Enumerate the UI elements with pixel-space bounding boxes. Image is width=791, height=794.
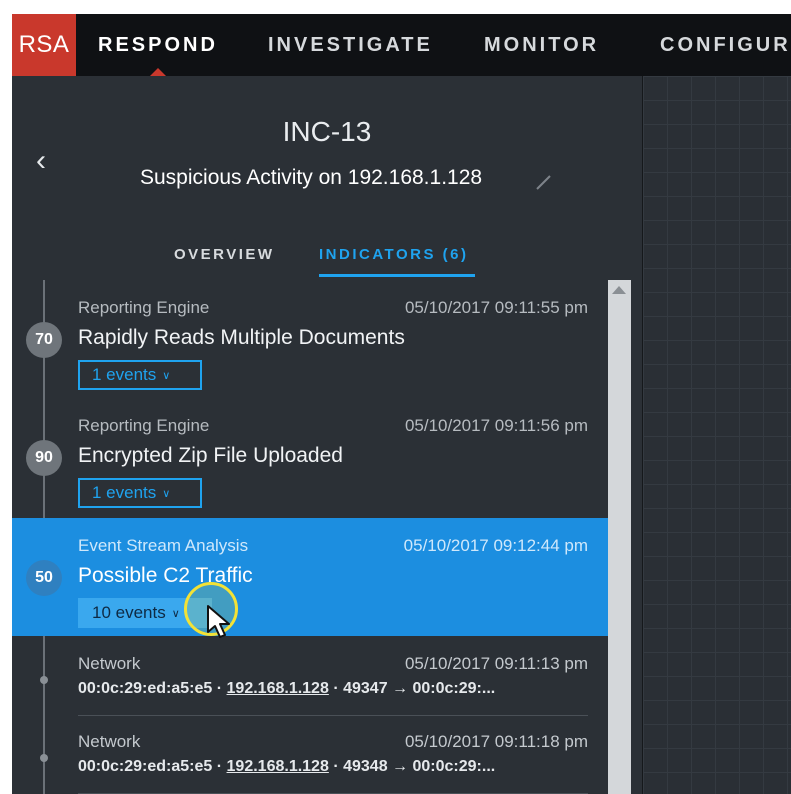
destination: 00:0c:29:... [412,758,496,775]
risk-score-badge: 90 [26,440,62,476]
destination: 00:0c:29:... [412,680,496,697]
source-port: 49347 [343,680,388,697]
scrollbar[interactable] [608,280,631,794]
incident-panel: ‹ INC-13 Suspicious Activity on 192.168.… [12,76,642,794]
arrow-icon: → [392,758,409,775]
tab-indicators[interactable]: INDICATORS (6) [319,246,468,263]
timeline-dot [40,676,48,684]
event-source: Network [78,654,141,673]
scroll-up-arrow-icon[interactable] [612,286,626,294]
event-row[interactable]: Network 05/10/2017 09:11:13 pm 00:0c:29:… [12,638,608,716]
indicator-time: 05/10/2017 09:11:55 pm [404,298,588,317]
chevron-down-icon: ∨ [162,369,171,382]
incident-header: ‹ INC-13 Suspicious Activity on 192.168.… [12,76,642,280]
rsa-logo[interactable]: RSA [12,14,76,76]
event-detail: 00:0c:29:ed:a5:e5 · 192.168.1.128 · 4934… [78,758,495,776]
separator: · [333,680,339,697]
event-row[interactable]: Network 05/10/2017 09:11:18 pm 00:0c:29:… [12,716,608,794]
indicator-source: Reporting Engine [78,298,210,317]
source-ip-link[interactable]: 192.168.1.128 [227,680,329,697]
source-port: 49348 [343,758,388,775]
event-source: Network [78,732,141,751]
source-mac: 00:0c:29:ed:a5:e5 [78,680,213,697]
nav-investigate[interactable]: INVESTIGATE [268,34,433,57]
back-chevron-icon[interactable]: ‹ [36,144,46,178]
indicator-source: Reporting Engine [78,416,210,435]
risk-score-badge: 70 [26,322,62,358]
active-tab-underline [319,274,475,277]
top-navigation: RSA RESPOND INVESTIGATE MONITOR CONFIGUR [12,14,791,76]
nodal-graph-canvas[interactable] [642,76,791,794]
indicator-time: 05/10/2017 09:12:44 pm [403,536,588,555]
event-time: 05/10/2017 09:11:13 pm [404,654,588,673]
risk-score-badge: 50 [26,560,62,596]
indicator-name: Encrypted Zip File Uploaded [78,444,343,467]
incident-title: Suspicious Activity on 192.168.1.128 [140,166,483,189]
event-time: 05/10/2017 09:11:18 pm [404,732,588,751]
indicator-item[interactable]: 90 Reporting Engine 05/10/2017 09:11:56 … [12,398,608,516]
source-mac: 00:0c:29:ed:a5:e5 [78,758,213,775]
events-dropdown-button[interactable]: 1 events ∨ [78,478,202,508]
indicator-time: 05/10/2017 09:11:56 pm [404,416,588,435]
event-detail: 00:0c:29:ed:a5:e5 · 192.168.1.128 · 4934… [78,680,495,698]
nav-configure[interactable]: CONFIGUR [660,34,791,57]
indicator-name: Possible C2 Traffic [78,564,253,587]
events-dropdown-button[interactable]: 1 events ∨ [78,360,202,390]
chevron-down-icon: ∨ [171,607,180,620]
indicator-item[interactable]: 70 Reporting Engine 05/10/2017 09:11:55 … [12,280,608,398]
source-ip-link[interactable]: 192.168.1.128 [227,758,329,775]
separator: · [216,758,223,775]
mouse-pointer-icon [207,605,230,638]
nav-respond[interactable]: RESPOND [98,34,218,57]
separator: · [333,758,339,775]
arrow-icon: → [392,680,409,697]
tab-overview[interactable]: OVERVIEW [174,246,275,263]
separator: · [216,680,223,697]
timeline-dot [40,754,48,762]
indicator-name: Rapidly Reads Multiple Documents [78,326,405,349]
active-nav-marker [150,68,166,76]
edit-pencil-icon[interactable] [534,172,554,192]
chevron-down-icon: ∨ [162,487,171,500]
indicator-list[interactable]: 70 Reporting Engine 05/10/2017 09:11:55 … [12,280,608,794]
nav-monitor[interactable]: MONITOR [484,34,599,57]
incident-id: INC-13 [282,116,372,147]
indicator-source: Event Stream Analysis [78,536,249,555]
app-window: RSA RESPOND INVESTIGATE MONITOR CONFIGUR… [12,14,791,794]
indicator-item-selected[interactable]: 50 Event Stream Analysis 05/10/2017 09:1… [12,518,608,636]
